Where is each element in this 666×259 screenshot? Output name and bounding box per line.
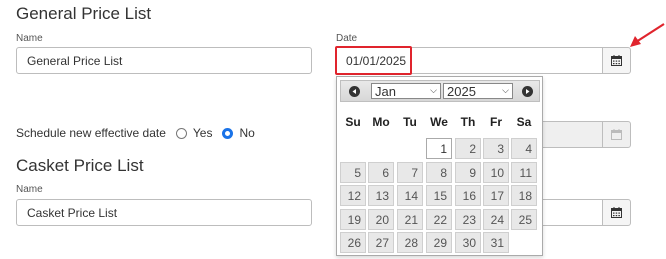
year-select-value: 2025 [447,83,476,99]
casket-date-input[interactable] [540,199,602,226]
weekday-header: We [430,115,448,129]
calendar-day[interactable]: 21 [397,208,423,230]
calendar-day[interactable]: 13 [368,185,394,206]
casket-name-input[interactable]: Casket Price List [16,199,312,226]
datepicker-popup: Jan ⌵ 2025 ⌵ Su Mo Tu We Th Fr Sa 1 2 3 4 5 6 7 8 9 10 11… [336,76,543,256]
chevron-down-icon: ⌵ [502,85,509,95]
calendar-day[interactable]: 11 [511,161,537,183]
calendar-day[interactable]: 23 [455,208,481,230]
calendar-day[interactable]: 6 [368,161,394,183]
calendar-icon [611,55,622,66]
month-select[interactable]: Jan ⌵ [371,83,441,99]
calendar-day[interactable]: 28 [397,232,423,253]
casket-name-label: Name [16,184,43,195]
month-select-value: Jan [375,83,396,99]
calendar-day[interactable]: 8 [426,161,452,183]
calendar-day[interactable]: 7 [397,161,423,183]
calendar-icon [611,129,622,140]
chevron-down-icon: ⌵ [430,85,437,95]
calendar-day[interactable]: 29 [426,232,452,253]
effective-date-input [540,121,602,148]
datepicker-header: Jan ⌵ 2025 ⌵ [340,80,540,102]
weekday-header: Su [345,115,361,129]
calendar-day[interactable]: 25 [511,208,537,230]
date-value-highlight [335,46,412,75]
calendar-day[interactable]: 22 [426,208,452,230]
year-select[interactable]: 2025 ⌵ [443,83,513,99]
casket-date-calendar-button[interactable] [602,199,631,226]
date-label: Date [336,33,358,44]
calendar-day[interactable]: 3 [483,138,509,159]
calendar-day[interactable]: 27 [368,232,394,253]
radio-no[interactable] [222,127,234,139]
weekday-header: Sa [516,115,532,129]
calendar-day[interactable]: 10 [483,161,509,183]
calendar-day[interactable]: 31 [483,232,509,253]
calendar-day[interactable]: 17 [483,185,509,206]
calendar-day[interactable]: 19 [340,208,366,230]
effective-date-calendar-button [602,121,631,148]
weekday-header: Fr [490,115,502,129]
date-calendar-button[interactable] [602,47,631,74]
calendar-day[interactable]: 24 [483,208,509,230]
calendar-day[interactable]: 12 [340,185,366,206]
general-name-input[interactable]: General Price List [16,47,312,74]
next-month-button[interactable] [522,86,533,97]
calendar-day[interactable]: 9 [455,161,481,183]
calendar-day[interactable]: 20 [368,208,394,230]
calendar-day[interactable]: 18 [511,185,537,206]
chevron-left-icon [352,89,356,94]
calendar-day[interactable]: 14 [397,185,423,206]
calendar-day[interactable]: 5 [340,161,366,183]
chevron-right-icon [526,89,530,94]
casket-section-title: Casket Price List [16,156,144,175]
calendar-day[interactable]: 16 [455,185,481,206]
calendar-day[interactable]: 2 [455,138,481,159]
calendar-day[interactable]: 1 [426,138,452,159]
schedule-label: Schedule new effective date [16,126,166,140]
general-section-title: General Price List [16,4,152,23]
radio-yes-label[interactable]: Yes [193,126,213,140]
radio-no-label[interactable]: No [239,126,254,140]
calendar-day[interactable]: 15 [426,185,452,206]
annotation-arrow [630,23,665,47]
weekday-header: Tu [403,115,417,129]
calendar-day[interactable]: 30 [455,232,481,253]
radio-yes[interactable] [175,127,187,139]
calendar-day[interactable]: 26 [340,232,366,253]
prev-month-button[interactable] [349,86,360,97]
general-name-label: Name [16,33,43,44]
schedule-row: Schedule new effective date Yes No [16,126,255,140]
calendar-day[interactable]: 4 [511,138,537,159]
weekday-header: Th [460,115,476,129]
weekday-header: Mo [372,115,390,129]
calendar-icon [611,207,622,218]
